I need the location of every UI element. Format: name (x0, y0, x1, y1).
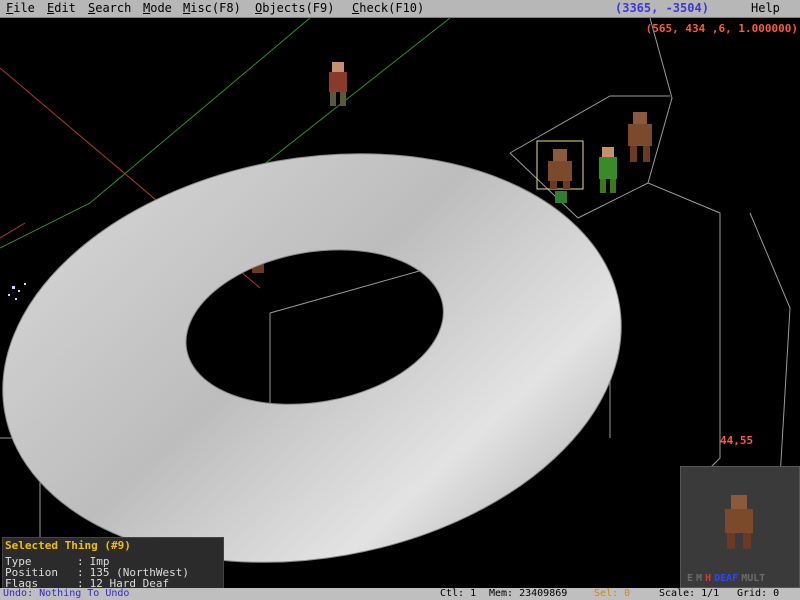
zombieman-sprite (329, 62, 347, 106)
flag-h: H (705, 573, 712, 584)
linedef (749, 212, 791, 479)
menu-misc[interactable]: Misc(F8) (183, 0, 241, 17)
menu-search[interactable]: Search (88, 0, 131, 17)
status-bar: Undo: Nothing To Undo Ctl: 1 Mem: 234098… (0, 588, 800, 600)
mem-status: Mem: 23409869 (489, 588, 568, 599)
menu-objects[interactable]: Objects(F9) (255, 0, 334, 17)
map-coords: (3365, -3504) (615, 1, 709, 15)
undo-status: Undo: Nothing To Undo (3, 588, 130, 599)
menu-edit[interactable]: Edit (47, 0, 76, 17)
cursor-info: (565, 434 ,6, 1.000000) (645, 22, 798, 35)
selected-thing-panel: Selected Thing (#9) Type: Imp Position:13… (2, 537, 224, 590)
selected-thing-title: Selected Thing (#9) (5, 539, 131, 552)
menu-help[interactable]: Help (751, 0, 780, 17)
sergeant-sprite (599, 147, 617, 193)
menu-mode[interactable]: Mode (143, 0, 172, 17)
flag-e: E (687, 573, 694, 584)
ctl-status: Ctl: 1 (440, 588, 477, 599)
flag-deaf: DEAF (714, 573, 739, 584)
flag-mult: MULT (741, 573, 766, 584)
linedef (647, 18, 721, 484)
menu-check[interactable]: Check(F10) (352, 0, 424, 17)
selected-imp-sprite (536, 140, 584, 203)
menu-bar: File Edit Search Mode Misc(F8) Objects(F… (0, 0, 800, 18)
grid-status: Grid: 0 (737, 588, 780, 599)
scale-status: Scale: 1/1 (659, 588, 720, 599)
sel-status: Sel: 0 (594, 588, 631, 599)
menu-file[interactable]: File (6, 0, 35, 17)
thing-preview: E M H DEAF MULT (680, 466, 800, 588)
preview-sprite (725, 495, 753, 549)
speckle-noise (8, 283, 26, 300)
preview-flags: E M H DEAF MULT (687, 573, 768, 584)
linedef (0, 222, 26, 239)
grid-readout: 44,55 (720, 434, 754, 447)
flag-m: M (696, 573, 703, 584)
imp-sprite (628, 112, 652, 162)
